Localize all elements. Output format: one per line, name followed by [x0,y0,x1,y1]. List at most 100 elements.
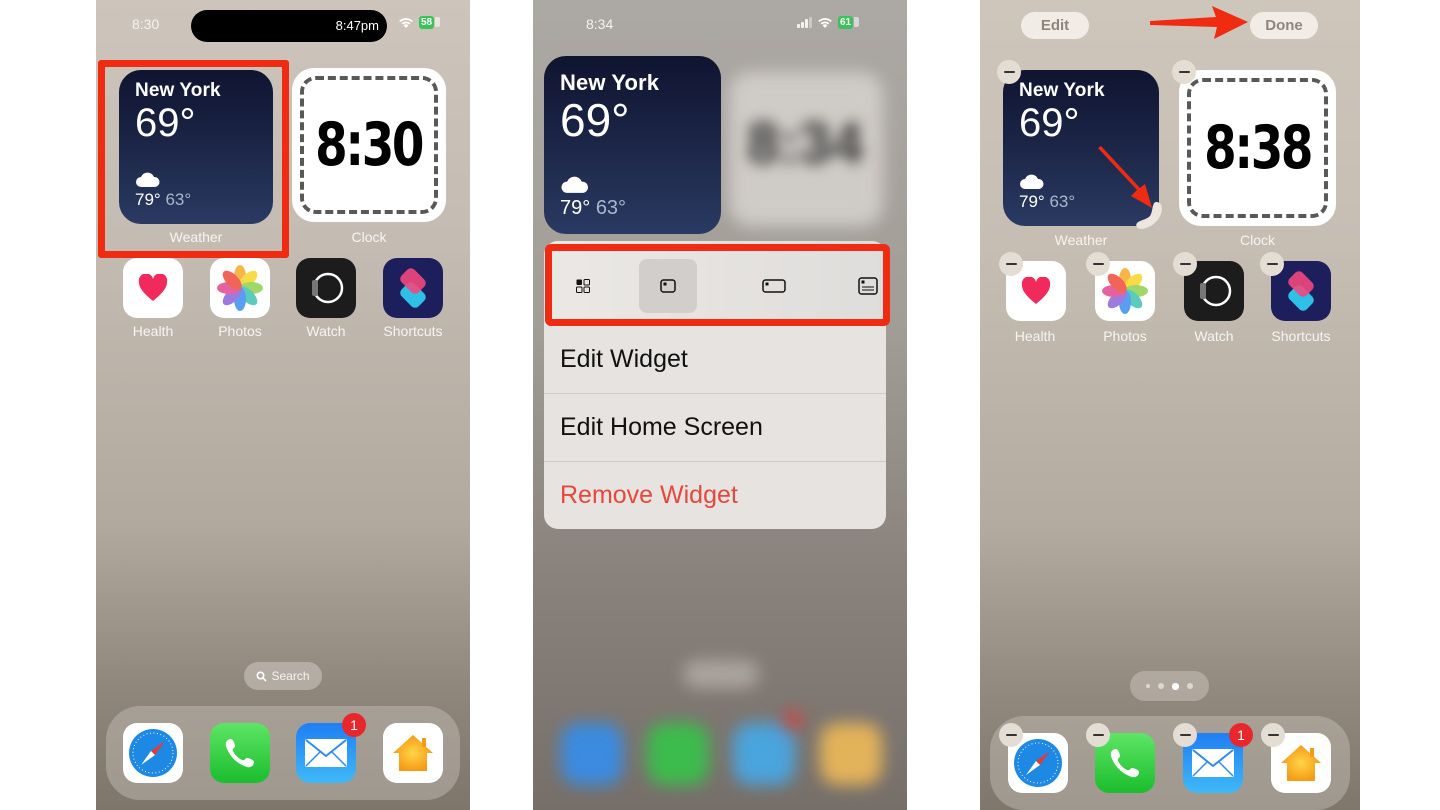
weather-widget[interactable]: New York 69° 79° 63° [119,70,273,224]
status-indicators: 61 [797,16,860,29]
page-dot[interactable] [1146,684,1150,688]
clock-widget[interactable]: 8:38 [1179,70,1336,226]
clock-widget-label: Clock [351,229,387,245]
weather-hilo: 79° 63° [560,197,626,220]
cloud-icon [1020,174,1044,189]
dynamic-island: 8:47pm [191,10,387,42]
weather-temp: 69° [135,101,196,145]
weather-city: New York [560,70,660,95]
remove-clock-widget-button[interactable] [1172,60,1196,84]
weather-low: 63° [165,190,192,209]
weather-low: 63° [1049,192,1076,211]
remove-weather-widget-button[interactable] [997,60,1021,84]
blurred-mail-badge [783,710,803,730]
weather-widget[interactable]: New York 69° 79° 63° [544,56,721,234]
mail-badge: 1 [1229,723,1253,747]
weather-high: 79° [135,190,161,209]
menu-item-edit-widget[interactable]: Edit Widget [544,325,886,393]
remove-phone-button[interactable] [1086,723,1110,747]
remove-home-button[interactable] [1261,723,1285,747]
shortcuts-app-icon[interactable] [383,258,443,318]
watch-app-icon[interactable] [296,258,356,318]
blurred-home-icon [820,723,882,785]
island-time: 8:47pm [335,18,379,33]
menu-item-remove-widget[interactable]: Remove Widget [544,461,886,529]
edit-mode-panel: Edit Done New York 69° 79° 63° Weather 8… [980,0,1360,810]
heart-icon [1021,277,1051,304]
page-dot[interactable] [1187,683,1193,689]
search-icon [256,670,268,682]
remove-photos-button[interactable] [1086,252,1110,276]
app-label: Watch [306,323,346,339]
heart-icon [138,274,168,301]
remove-shortcuts-button[interactable] [1260,252,1284,276]
weather-widget-label: Weather [169,229,223,245]
clock-time: 8:38 [1203,113,1313,183]
compass-icon [1014,739,1062,787]
weather-city: New York [1019,80,1105,101]
done-button[interactable]: Done [1250,12,1318,39]
phone-handset-icon [1110,749,1139,778]
envelope-icon [305,739,347,767]
wifi-icon [817,17,833,29]
shortcuts-layers-icon [400,268,426,308]
menu-item-edit-home-screen[interactable]: Edit Home Screen [544,393,886,461]
app-label: Watch [1194,328,1234,344]
blurred-phone-icon [647,723,709,785]
blurred-mail-icon [733,723,795,785]
health-app-icon[interactable] [123,258,183,318]
remove-health-button[interactable] [999,252,1023,276]
phone-handset-icon [225,739,254,768]
safari-app-icon[interactable] [123,723,183,783]
remove-watch-button[interactable] [1173,252,1197,276]
home-app-icon[interactable] [383,723,443,783]
battery-indicator: 58 [419,16,441,29]
status-indicators: 58 [398,16,441,29]
wifi-icon [398,17,414,29]
weather-temp: 69° [560,94,630,146]
status-time: 8:30 [132,16,160,32]
cloud-icon [561,176,588,193]
search-button[interactable]: Search [244,662,322,690]
weather-hilo: 79° 63° [135,190,191,210]
compass-icon [129,729,177,777]
shortcuts-layers-icon [1288,271,1314,311]
app-label: Photos [1103,328,1147,344]
cloud-icon [136,172,160,187]
app-label: Shortcuts [1271,328,1331,344]
status-time: 8:34 [586,16,614,32]
battery-indicator: 61 [838,16,860,29]
blurred-search-pill [683,660,759,688]
blurred-safari-icon [561,723,623,785]
search-label: Search [271,669,310,683]
page-dot[interactable] [1158,683,1164,689]
app-label: Health [1014,328,1056,344]
home-screen-panel-1: 8:30 8:47pm 58 New York 69° 79° 63° Weat… [96,0,470,810]
weather-temp: 69° [1019,101,1080,145]
envelope-icon [1192,749,1234,777]
weather-widget-label: Weather [1054,232,1108,248]
arrow-annotation-resize [1098,146,1152,208]
clock-time: 8:30 [315,110,424,180]
remove-safari-button[interactable] [999,723,1023,747]
photos-flower-icon [1102,268,1148,314]
page-indicator[interactable] [1130,671,1209,701]
context-menu-panel: 8:34 61 8:34 New York 69° 79° 63° Edit W… [533,0,907,810]
photos-flower-icon [217,265,263,311]
weather-hilo: 79° 63° [1019,192,1075,212]
weather-high: 79° [1019,192,1045,211]
weather-low: 63° [595,197,627,219]
phone-app-icon[interactable] [210,723,270,783]
remove-mail-button[interactable] [1173,723,1197,747]
edit-button[interactable]: Edit [1021,12,1089,39]
arrow-annotation-done [1150,6,1248,39]
page-dot-active[interactable] [1172,682,1179,690]
house-icon [1281,745,1321,781]
watch-face-icon [312,272,344,304]
blurred-clock-time: 8:34 [747,111,864,176]
app-label: Photos [218,323,262,339]
photos-app-icon[interactable] [210,258,270,318]
highlight-box [545,244,890,326]
house-icon [393,735,433,771]
clock-widget[interactable]: 8:30 [292,68,446,222]
